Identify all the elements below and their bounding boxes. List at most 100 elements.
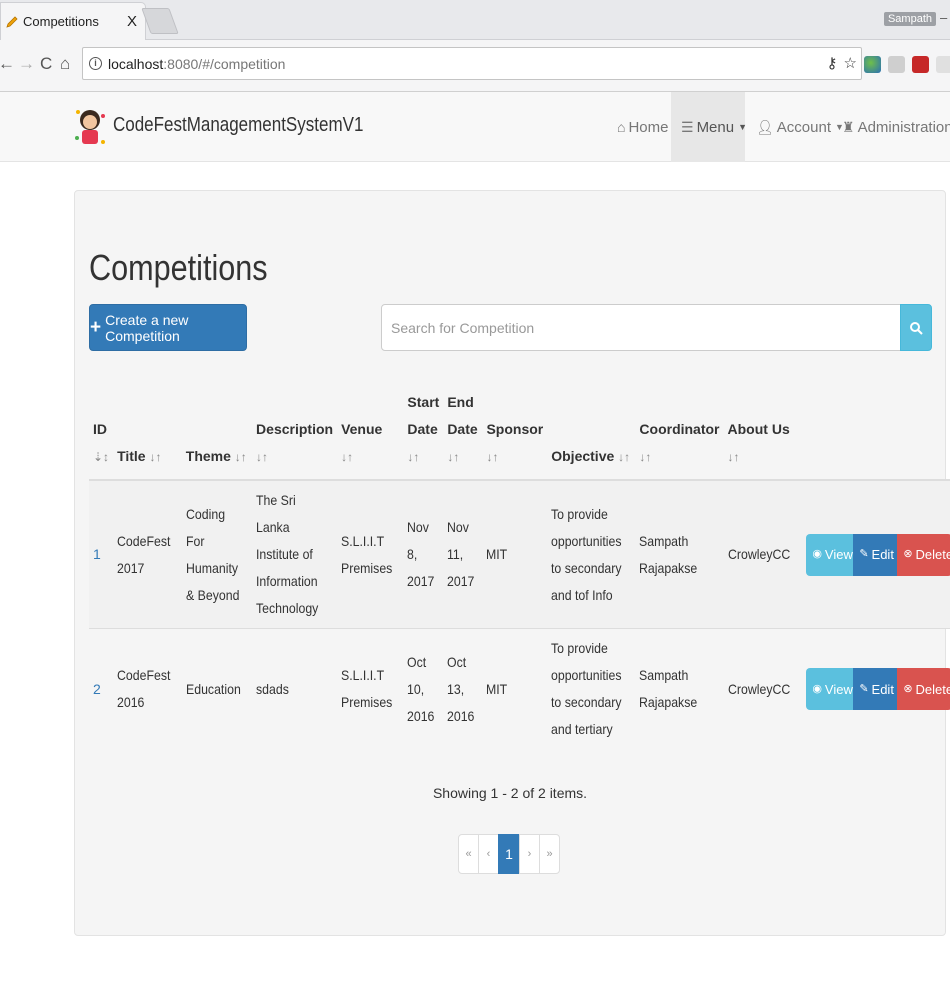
header-venue[interactable]: Venue ↓↑ <box>337 389 404 481</box>
edit-button[interactable]: ✎ Edit <box>853 668 898 710</box>
forward-icon[interactable]: → <box>18 54 35 74</box>
browser-toolbar: ← → C ⌂ i localhost:8080/#/competition ⚷… <box>0 40 950 92</box>
search-button[interactable] <box>900 304 932 351</box>
cell-actions: ◉ View ✎ Edit ⊗ Delete <box>802 628 950 749</box>
new-tab-button[interactable] <box>141 8 179 34</box>
site-info-icon[interactable]: i <box>89 57 102 70</box>
cell-about-us: CrowleyCC <box>723 628 803 749</box>
delete-button[interactable]: ⊗ Delete <box>897 668 950 710</box>
tower-icon: ♜ <box>842 118 855 135</box>
cell-sponsor: MIT <box>482 479 548 629</box>
home-icon[interactable]: ⌂ <box>60 54 70 74</box>
cell-actions: ◉ View ✎ Edit ⊗ Delete <box>802 479 950 629</box>
brand-name[interactable]: CodeFestManagementSystemV1 <box>113 114 363 137</box>
logo-icon[interactable] <box>73 102 107 152</box>
cell-description: sdads <box>252 628 338 749</box>
header-id[interactable]: ID ⇣↕ <box>89 389 114 481</box>
cell-title: CodeFest 2017 <box>113 479 182 629</box>
header-label: Objective <box>551 448 615 464</box>
cell-start-date: Oct 10, 2016 <box>403 628 444 749</box>
view-button[interactable]: ◉ View <box>806 668 854 710</box>
cell-text: Oct 13, 2016 <box>447 653 475 724</box>
cell-description: The Sri Lanka Institute of Information T… <box>252 479 338 629</box>
create-competition-button[interactable]: + Create a new Competition <box>89 304 247 351</box>
nav-administration[interactable]: ♜ Administration ▼ <box>832 92 950 162</box>
cell-objective: To provide opportunities to secondary an… <box>547 628 636 749</box>
last-page-button[interactable]: » <box>539 834 560 874</box>
header-label: ID <box>93 421 107 437</box>
pencil-icon: ✎ <box>859 548 869 560</box>
header-description[interactable]: Description ↓↑ <box>252 389 338 481</box>
header-label: Coordinator <box>639 421 720 437</box>
cell-theme: Education <box>181 628 253 749</box>
app-navbar: CodeFestManagementSystemV1 ⌂ Home ☰ Menu… <box>0 92 950 162</box>
bookmark-star-icon[interactable]: ☆ <box>844 54 857 72</box>
first-page-button[interactable]: « <box>458 834 479 874</box>
sort-icon: ↓↑ <box>447 450 460 464</box>
header-label: Title <box>117 448 146 464</box>
cell-id[interactable]: 2 <box>89 628 114 749</box>
browser-tab[interactable]: Competitions X <box>0 2 146 40</box>
remove-circle-icon: ⊗ <box>903 682 913 695</box>
next-page-button[interactable]: › <box>519 834 540 874</box>
previous-page-button[interactable]: ‹ <box>478 834 499 874</box>
key-icon[interactable]: ⚷ <box>827 54 838 72</box>
minimize-icon[interactable]: – <box>940 10 950 25</box>
eye-icon: ◉ <box>812 682 822 695</box>
header-coordinator[interactable]: Coordinator ↓↑ <box>635 389 724 481</box>
cell-id[interactable]: 1 <box>89 479 114 629</box>
profile-button[interactable]: Sampath <box>883 12 936 26</box>
nav-home[interactable]: ⌂ Home <box>607 92 678 162</box>
url-path: :8080/#/competition <box>163 55 286 72</box>
sort-icon: ↓↑ <box>727 450 740 464</box>
search-icon <box>910 321 923 335</box>
extension-pdf-icon[interactable] <box>888 56 905 73</box>
pagination-summary: Showing 1 - 2 of 2 items. <box>432 785 588 801</box>
header-sponsor[interactable]: Sponsor ↓↑ <box>482 389 548 481</box>
edit-label: Edit <box>871 547 894 562</box>
cell-text: Nov 8, 2017 <box>407 519 435 589</box>
cell-text: S.L.I.I.T Premises <box>341 532 393 576</box>
row-id-link[interactable]: 1 <box>93 546 101 562</box>
row-id-link[interactable]: 2 <box>93 681 101 697</box>
cell-text: Education <box>185 680 241 697</box>
extension-people-icon[interactable] <box>936 56 950 73</box>
cell-text: CodeFest 2017 <box>117 532 171 576</box>
header-about-us[interactable]: About Us ↓↑ <box>723 389 803 481</box>
address-bar[interactable]: i localhost:8080/#/competition ⚷ ☆ <box>82 47 862 80</box>
extension-mcafee-icon[interactable] <box>912 56 929 73</box>
remove-circle-icon: ⊗ <box>903 548 913 560</box>
cell-objective: To provide opportunities to secondary an… <box>547 479 636 629</box>
create-button-label: Create a new Competition <box>105 311 189 344</box>
cell-text: CrowleyCC <box>727 546 790 562</box>
extension-globe-icon[interactable] <box>864 56 881 73</box>
main-panel: Competitions + Create a new Competition … <box>74 190 950 936</box>
sort-icon: ↓↑ <box>256 450 269 464</box>
nav-menu-label: Menu <box>696 118 735 136</box>
sort-icon: ↓↑ <box>639 450 652 464</box>
page-1-button[interactable]: 1 <box>498 834 520 874</box>
cell-text: Sampath Rajapakse <box>639 667 698 710</box>
cell-text: sdads <box>256 680 289 697</box>
delete-button[interactable]: ⊗ Delete <box>897 533 950 576</box>
sort-icon: ↓↑ <box>341 450 354 464</box>
sort-icon: ↓↑ <box>407 450 420 464</box>
cell-end-date: Oct 13, 2016 <box>443 628 483 749</box>
nav-menu[interactable]: ☰ Menu ▼ <box>671 92 747 162</box>
header-end-date[interactable]: End Date ↓↑ <box>443 389 483 481</box>
header-start-date[interactable]: Start Date ↓↑ <box>403 389 444 481</box>
cell-text: Oct 10, 2016 <box>407 653 435 724</box>
header-objective[interactable]: Objective ↓↑ <box>547 389 636 481</box>
edit-button[interactable]: ✎ Edit <box>853 533 898 576</box>
reload-icon[interactable]: C <box>40 54 52 74</box>
cell-title: CodeFest 2016 <box>113 628 182 749</box>
header-label: Start Date <box>407 394 440 437</box>
tab-close-icon[interactable]: X <box>123 13 141 30</box>
search-input[interactable] <box>381 304 901 351</box>
header-label: Sponsor <box>486 421 544 437</box>
view-button[interactable]: ◉ View <box>806 533 854 576</box>
browser-tab-bar: Competitions X Sampath – <box>0 0 950 40</box>
header-theme[interactable]: Theme ↓↑ <box>181 389 253 481</box>
back-icon[interactable]: ← <box>0 54 15 74</box>
header-title[interactable]: Title ↓↑ <box>113 389 182 481</box>
